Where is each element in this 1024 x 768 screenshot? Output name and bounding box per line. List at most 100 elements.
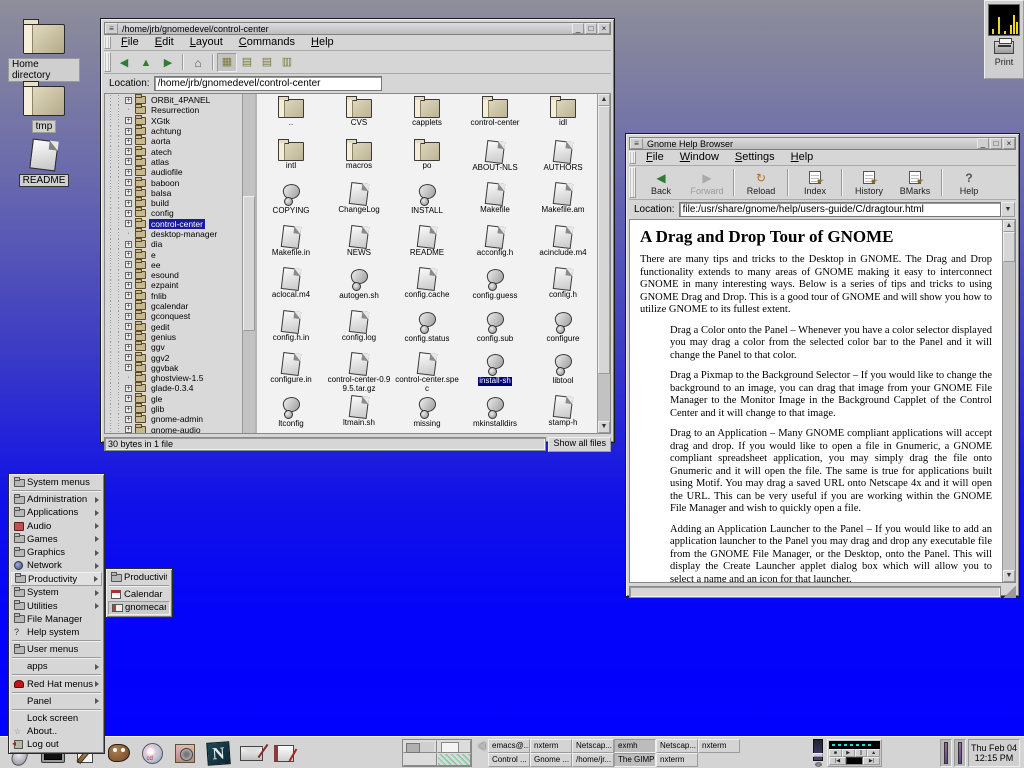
file-icon-item[interactable]: configure <box>529 309 597 352</box>
task-button[interactable]: Netscap... <box>572 739 614 753</box>
task-button[interactable]: nxterm <box>530 739 572 753</box>
tree-item[interactable]: +XGtk <box>105 116 242 126</box>
task-button[interactable]: exmh <box>614 739 656 753</box>
tree-expander-icon[interactable]: + <box>125 385 132 392</box>
tasklist-arrow-button[interactable] <box>476 740 487 766</box>
file-icon-item[interactable]: acinclude.m4 <box>529 224 597 267</box>
close-button[interactable]: × <box>598 23 610 34</box>
back-button[interactable]: ◀Back <box>638 170 684 196</box>
menu-item-panel[interactable]: Panel <box>11 695 102 708</box>
tree-item[interactable]: +dia <box>105 239 242 249</box>
tree-expander-icon[interactable]: + <box>125 220 132 227</box>
menu-item-user-menus[interactable]: User menus <box>11 643 102 656</box>
task-button[interactable]: Netscap... <box>656 739 698 753</box>
tree-item[interactable]: +gle <box>105 394 242 404</box>
tree-item[interactable]: +ezpaint <box>105 280 242 290</box>
menu-item-help-system[interactable]: ?Help system <box>11 626 102 639</box>
file-icon-item[interactable]: po <box>393 139 461 182</box>
toolbar-grip[interactable] <box>104 36 111 49</box>
tree-expander-icon[interactable]: + <box>125 169 132 176</box>
tree-expander-icon[interactable]: + <box>125 261 132 268</box>
window-titlebar[interactable]: ≡ /home/jrb/gnomedevel/control-center _ … <box>104 22 611 35</box>
menu-item-system-menus[interactable]: System menus <box>11 476 102 489</box>
desktop-icon-home[interactable]: Home directory <box>8 24 80 82</box>
tree-expander-icon[interactable]: + <box>125 272 132 279</box>
file-icon-item[interactable]: config.status <box>393 309 461 352</box>
submenu-item-gnomecard[interactable]: gnomecard <box>108 601 170 614</box>
tree-item[interactable]: +gnome-audio <box>105 425 242 434</box>
pager-desk-1[interactable] <box>403 740 437 753</box>
cd-pause-button[interactable]: ∥ <box>855 749 868 757</box>
menu-item-administration[interactable]: Administration <box>11 493 102 506</box>
task-button[interactable]: nxterm <box>698 739 740 753</box>
location-input[interactable] <box>154 76 382 91</box>
menu-item-log-out[interactable]: Log out <box>11 738 102 751</box>
file-icon-item[interactable]: control-center <box>461 96 529 139</box>
tree-expander-icon[interactable]: + <box>125 364 132 371</box>
home-button[interactable]: ⌂ <box>187 53 209 72</box>
tree-item[interactable]: +gnome-admin <box>105 414 242 424</box>
tree-expander-icon[interactable]: + <box>125 158 132 165</box>
maximize-button[interactable]: □ <box>990 138 1002 149</box>
printer-icon[interactable] <box>994 41 1014 54</box>
tree-expander-icon[interactable]: + <box>125 344 132 351</box>
tree-expander-icon[interactable]: + <box>125 179 132 186</box>
file-icon-item[interactable]: Makefile <box>461 181 529 224</box>
reload-button[interactable]: ↻Reload <box>738 170 784 196</box>
menu-item-graphics[interactable]: Graphics <box>11 546 102 559</box>
menu-layout[interactable]: Layout <box>182 35 231 50</box>
scrollbar-thumb[interactable] <box>243 196 255 332</box>
file-scrollbar[interactable]: ▲ ▼ <box>597 94 610 433</box>
tree-expander-icon[interactable]: + <box>125 292 132 299</box>
tree-expander-icon[interactable]: + <box>125 128 132 135</box>
menu-item-lock-screen[interactable]: Lock screen <box>11 712 102 725</box>
file-icon-item[interactable]: AUTHORS <box>529 139 597 182</box>
tree-item[interactable]: +gconquest <box>105 311 242 321</box>
menu-item-apps[interactable]: apps <box>11 660 102 673</box>
desktop-pager-applet[interactable] <box>402 739 472 767</box>
window-menu-icon[interactable]: ≡ <box>105 23 118 34</box>
menu-file[interactable]: File <box>638 150 672 165</box>
menu-item-system[interactable]: System <box>11 586 102 599</box>
up-button[interactable]: ▲ <box>135 53 157 72</box>
mail-launcher[interactable] <box>236 738 266 768</box>
tree-item[interactable]: +esound <box>105 270 242 280</box>
file-icon-item[interactable]: autogen.sh <box>325 266 393 309</box>
tree-item[interactable]: +genius <box>105 332 242 342</box>
scroll-up-arrow[interactable]: ▲ <box>1003 220 1015 232</box>
window-menu-icon[interactable]: ≡ <box>630 138 643 149</box>
menu-commands[interactable]: Commands <box>231 35 303 50</box>
menu-edit[interactable]: Edit <box>147 35 182 50</box>
tree-expander-icon[interactable]: + <box>125 138 132 145</box>
drive-mount-applet[interactable] <box>940 739 952 767</box>
toolbar-grip[interactable] <box>104 52 111 72</box>
location-dropdown-arrow[interactable]: ▼ <box>1001 202 1015 217</box>
toolbar-grip[interactable] <box>629 167 636 198</box>
tree-expander-icon[interactable]: + <box>125 282 132 289</box>
detailed-view-button[interactable]: ▤ <box>257 53 277 72</box>
cd-prev-button[interactable]: |◀ <box>829 757 846 765</box>
help-button[interactable]: ?Help <box>946 170 992 196</box>
cd-eject-button[interactable]: ▲ <box>867 749 880 757</box>
load-meter-applet[interactable] <box>988 4 1020 36</box>
tree-item[interactable]: +ee <box>105 260 242 270</box>
scrollbar-thumb[interactable] <box>598 106 610 374</box>
tree-item[interactable]: +ORBit_4PANEL <box>105 95 242 105</box>
menu-settings[interactable]: Settings <box>727 150 783 165</box>
toolbar-grip[interactable] <box>629 151 636 164</box>
volume-slider[interactable] <box>813 739 823 761</box>
tree-item[interactable]: +ggv2 <box>105 352 242 362</box>
mixer-launcher[interactable] <box>170 738 200 768</box>
tree-item[interactable]: +glade-0.3.4 <box>105 383 242 393</box>
file-icon-item[interactable]: ABOUT-NLS <box>461 139 529 182</box>
cd-stop-button[interactable]: ■ <box>829 749 842 757</box>
menu-item-about-[interactable]: ☆About.. <box>11 725 102 738</box>
file-icon-item[interactable]: idl <box>529 96 597 139</box>
menu-item-productivity[interactable]: Productivity <box>11 572 102 586</box>
pager-desk-2[interactable] <box>437 740 471 753</box>
file-icon-item[interactable]: .. <box>257 96 325 139</box>
file-icon-item[interactable]: config.cache <box>393 266 461 309</box>
tree-item[interactable]: +atlas <box>105 157 242 167</box>
resize-grip[interactable] <box>1003 586 1016 598</box>
file-icon-item[interactable]: libtool <box>529 351 597 394</box>
